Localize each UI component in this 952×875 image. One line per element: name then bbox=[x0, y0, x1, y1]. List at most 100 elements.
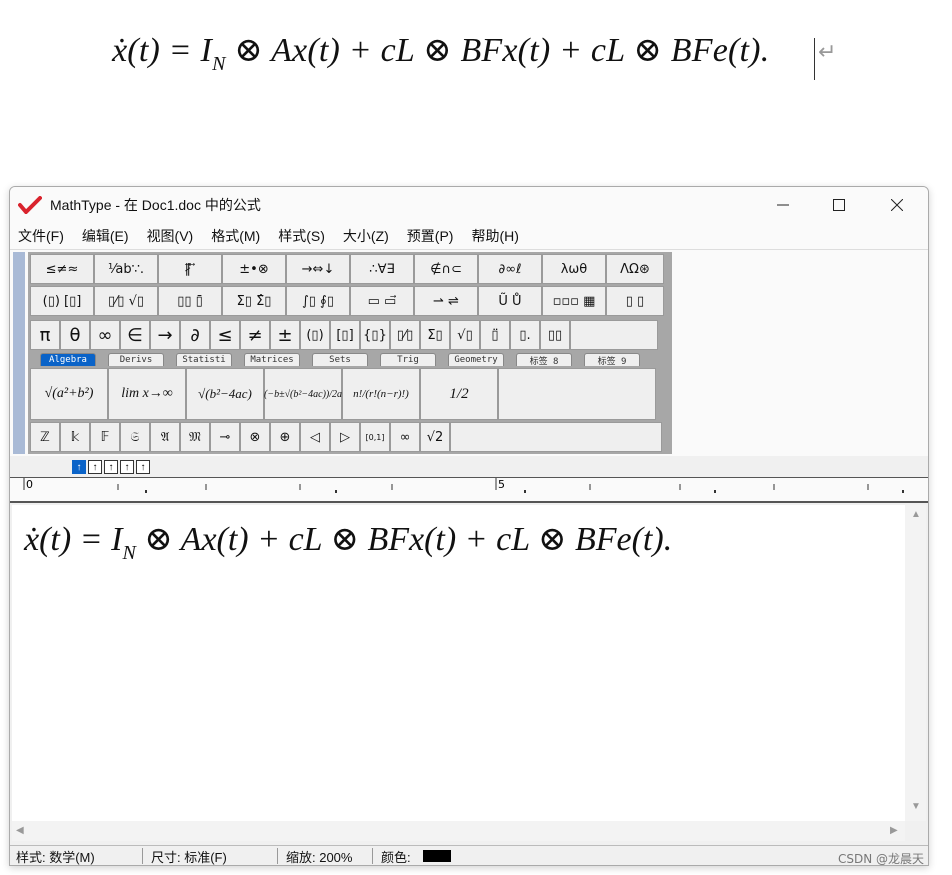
tab-geometry[interactable]: Geometry bbox=[448, 353, 504, 366]
scroll-left-icon[interactable]: ◀ bbox=[16, 825, 24, 836]
editor-formula[interactable]: ẋ(t) = IN ⊗ Ax(t) + cL ⊗ BFx(t) + cL ⊗ B… bbox=[24, 519, 672, 565]
embellishments-palette-button[interactable]: ∦⃗ ⃡ bbox=[158, 254, 222, 284]
template-limit[interactable]: lim x→∞ bbox=[108, 368, 186, 420]
template-pythagoras[interactable]: √(a²+b²) bbox=[30, 368, 108, 420]
template-empty[interactable] bbox=[498, 368, 656, 420]
relations-palette-button[interactable]: ≤≠≈ bbox=[30, 254, 94, 284]
matrices-palette-button[interactable]: ▫▫▫ ▦ bbox=[542, 286, 606, 316]
subscript-superscript-palette-button[interactable]: ▯▯ ▯̄ bbox=[158, 286, 222, 316]
menu-bar: 文件(F) 编辑(E) 视图(V) 格式(M) 样式(S) 大小(Z) 预置(P… bbox=[10, 223, 928, 250]
boxes-palette-button[interactable]: ▯ ▯ bbox=[606, 286, 664, 316]
oplus-button[interactable]: ⊕ bbox=[270, 422, 300, 452]
fraktur-a-button[interactable]: 𝔄 bbox=[150, 422, 180, 452]
template-one-half[interactable]: 1/2 bbox=[420, 368, 498, 420]
theta-button[interactable]: θ bbox=[60, 320, 90, 350]
tab-matrices[interactable]: Matrices bbox=[244, 353, 300, 366]
spaces-palette-button[interactable]: ⅟ab∵. bbox=[94, 254, 158, 284]
tab-derivs[interactable]: Derivs bbox=[108, 353, 164, 366]
double-struck-k-button[interactable]: 𝕜 bbox=[60, 422, 90, 452]
menu-style[interactable]: 样式(S) bbox=[278, 226, 325, 246]
menu-edit[interactable]: 编辑(E) bbox=[82, 226, 129, 246]
fraktur-m-button[interactable]: 𝔐 bbox=[180, 422, 210, 452]
nudge-up-selected-icon[interactable]: ↑ bbox=[72, 460, 86, 474]
arrows-palette-button[interactable]: →⇔↓ bbox=[286, 254, 350, 284]
bars-palette-button[interactable]: ▭ ▭⃗ bbox=[350, 286, 414, 316]
tab-trig[interactable]: Trig bbox=[380, 353, 436, 366]
fraction-button[interactable]: ▯⁄▯ bbox=[390, 320, 420, 350]
ruler-label-5: 5 bbox=[498, 478, 505, 491]
template-discriminant[interactable]: √(b²−4ac) bbox=[186, 368, 264, 420]
sub-superscript-button[interactable]: ▯▯ bbox=[540, 320, 570, 350]
empty-slot-2[interactable] bbox=[450, 422, 662, 452]
fraktur-s-button[interactable]: 𝔖 bbox=[120, 422, 150, 452]
maximize-button[interactable] bbox=[810, 187, 868, 223]
toolbar-handle[interactable] bbox=[13, 252, 25, 454]
parentheses-button[interactable]: (▯) bbox=[300, 320, 330, 350]
pi-button[interactable]: π bbox=[30, 320, 60, 350]
nudge-up-4-icon[interactable]: ↑ bbox=[136, 460, 150, 474]
status-zoom: 缩放: 200% bbox=[280, 848, 373, 865]
tab-algebra[interactable]: Algebra bbox=[40, 353, 96, 366]
infinity-small-button[interactable]: ∞ bbox=[390, 422, 420, 452]
operators-palette-button[interactable]: ±•⊗ bbox=[222, 254, 286, 284]
close-button[interactable] bbox=[868, 187, 926, 223]
tab-sets[interactable]: Sets bbox=[312, 353, 368, 366]
scroll-right-icon[interactable]: ▶ bbox=[890, 825, 898, 836]
element-of-button[interactable]: ∈ bbox=[120, 320, 150, 350]
sqrt-two-button[interactable]: √2 bbox=[420, 422, 450, 452]
labeled-arrows-palette-button[interactable]: ⇀ ⇌ bbox=[414, 286, 478, 316]
superscript-button[interactable]: ▯̈ bbox=[480, 320, 510, 350]
nudge-up-icon[interactable]: ↑ bbox=[88, 460, 102, 474]
greek-upper-palette-button[interactable]: ΛΩ⊛ bbox=[606, 254, 664, 284]
partial-button[interactable]: ∂ bbox=[180, 320, 210, 350]
menu-view[interactable]: 视图(V) bbox=[147, 226, 194, 246]
empty-slot[interactable] bbox=[570, 320, 658, 350]
infinity-button[interactable]: ∞ bbox=[90, 320, 120, 350]
logic-palette-button[interactable]: ∴∀∃ bbox=[350, 254, 414, 284]
minimize-button[interactable] bbox=[754, 187, 812, 223]
nudge-up-2-icon[interactable]: ↑ bbox=[104, 460, 118, 474]
summation-palette-button[interactable]: Σ▯ Σ̂▯ bbox=[222, 286, 286, 316]
menu-file[interactable]: 文件(F) bbox=[18, 226, 64, 246]
tab-label-8[interactable]: 标签 8 bbox=[516, 353, 572, 367]
menu-format[interactable]: 格式(M) bbox=[211, 226, 260, 246]
menu-preferences[interactable]: 预置(P) bbox=[407, 226, 454, 246]
scroll-down-icon[interactable]: ▼ bbox=[911, 801, 921, 812]
vertical-scrollbar[interactable]: ▲ ▼ bbox=[905, 505, 926, 821]
leq-button[interactable]: ≤ bbox=[210, 320, 240, 350]
greek-lower-palette-button[interactable]: λωθ bbox=[542, 254, 606, 284]
right-arrow-button[interactable]: → bbox=[150, 320, 180, 350]
integrals-palette-button[interactable]: ∫▯ ∮▯ bbox=[286, 286, 350, 316]
horizontal-scrollbar[interactable]: ◀ ▶ bbox=[12, 821, 905, 841]
neq-button[interactable]: ≠ bbox=[240, 320, 270, 350]
brackets-button[interactable]: [▯] bbox=[330, 320, 360, 350]
right-triangle-button[interactable]: ▷ bbox=[330, 422, 360, 452]
interval-button[interactable]: [0,1] bbox=[360, 422, 390, 452]
sum-button[interactable]: Σ▯ bbox=[420, 320, 450, 350]
left-triangle-button[interactable]: ◁ bbox=[300, 422, 330, 452]
double-struck-f-button[interactable]: 𝔽 bbox=[90, 422, 120, 452]
otimes-button[interactable]: ⊗ bbox=[240, 422, 270, 452]
tab-label-9[interactable]: 标签 9 bbox=[584, 353, 640, 367]
template-binomial[interactable]: n!/(r!(n−r)!) bbox=[342, 368, 420, 420]
equation-editor[interactable]: ẋ(t) = IN ⊗ Ax(t) + cL ⊗ BFx(t) + cL ⊗ B… bbox=[12, 505, 905, 821]
subscript-button[interactable]: ▯. bbox=[510, 320, 540, 350]
braces-button[interactable]: {▯} bbox=[360, 320, 390, 350]
nudge-up-3-icon[interactable]: ↑ bbox=[120, 460, 134, 474]
fences-palette-button[interactable]: (▯) [▯] bbox=[30, 286, 94, 316]
sets-palette-button[interactable]: ∉∩⊂ bbox=[414, 254, 478, 284]
double-struck-z-button[interactable]: ℤ bbox=[30, 422, 60, 452]
fractions-radicals-palette-button[interactable]: ▯⁄▯ √▯ bbox=[94, 286, 158, 316]
title-bar[interactable]: MathType - 在 Doc1.doc 中的公式 bbox=[10, 187, 928, 223]
tab-statistics[interactable]: Statisti bbox=[176, 353, 232, 366]
misc-palette-button[interactable]: ∂∞ℓ bbox=[478, 254, 542, 284]
scroll-up-icon[interactable]: ▲ bbox=[911, 509, 921, 520]
sqrt-button[interactable]: √▯ bbox=[450, 320, 480, 350]
menu-help[interactable]: 帮助(H) bbox=[471, 226, 518, 246]
template-quadratic-formula[interactable]: (−b±√(b²−4ac))/2a bbox=[264, 368, 342, 420]
multimap-button[interactable]: ⊸ bbox=[210, 422, 240, 452]
menu-size[interactable]: 大小(Z) bbox=[343, 226, 389, 246]
ruler[interactable]: 0 5 bbox=[10, 477, 928, 503]
products-palette-button[interactable]: Ũ Ů bbox=[478, 286, 542, 316]
plus-minus-button[interactable]: ± bbox=[270, 320, 300, 350]
